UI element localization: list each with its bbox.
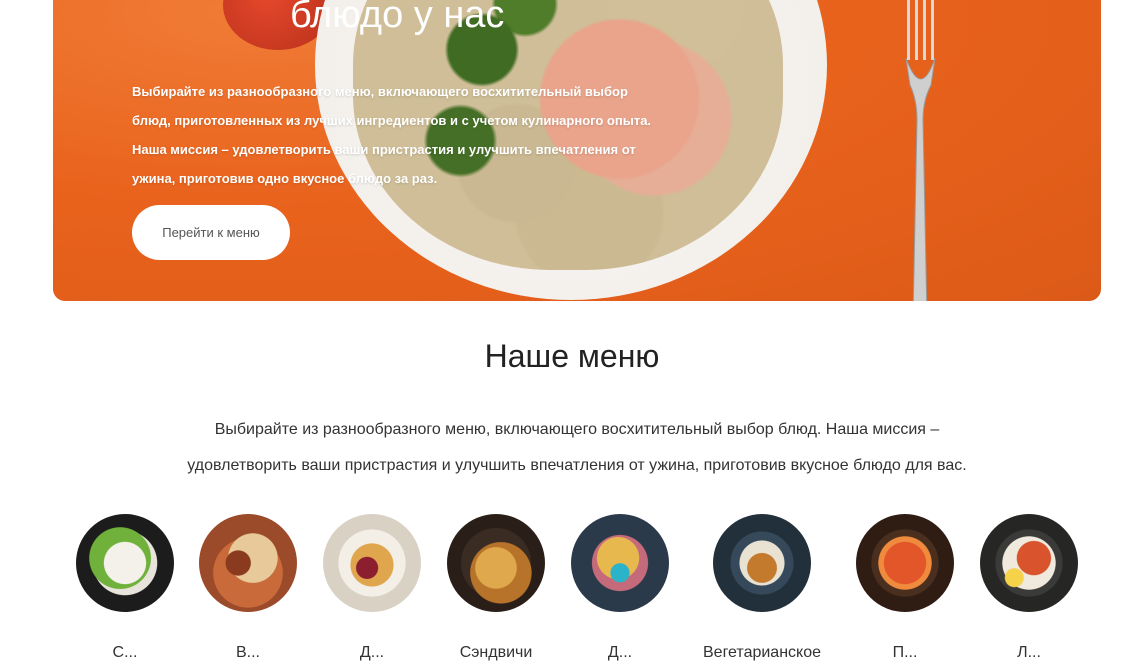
category-label[interactable]: Д... [360, 644, 384, 662]
category-label[interactable]: П... [893, 644, 918, 662]
category-label[interactable]: С... [113, 644, 138, 662]
menu-section-title: Наше меню [484, 338, 660, 374]
category-desserts-image[interactable] [323, 514, 421, 612]
category-sandwiches-image[interactable] [447, 514, 545, 612]
category-soups-image[interactable] [980, 514, 1078, 612]
category-label[interactable]: В... [236, 644, 260, 662]
fork-icon [905, 0, 936, 301]
category-label[interactable]: Д... [608, 644, 632, 662]
category-label[interactable]: Л... [1017, 644, 1041, 662]
category-vegetarian-image[interactable] [713, 514, 811, 612]
category-wraps-image[interactable] [199, 514, 297, 612]
hero-title: блюдо у нас [290, 0, 505, 36]
category-salads-image[interactable] [76, 514, 174, 612]
category-label[interactable]: Сэндвичи [460, 644, 533, 662]
hero-description: Выбирайте из разнообразного меню, включа… [132, 84, 652, 186]
category-label[interactable]: Вегетарианское [703, 644, 821, 662]
menu-section-description: Выбирайте из разнообразного меню, включа… [187, 421, 967, 474]
category-pasta-image[interactable] [856, 514, 954, 612]
go-to-menu-button[interactable]: Перейти к меню [132, 205, 290, 260]
category-cakes-image[interactable] [571, 514, 669, 612]
